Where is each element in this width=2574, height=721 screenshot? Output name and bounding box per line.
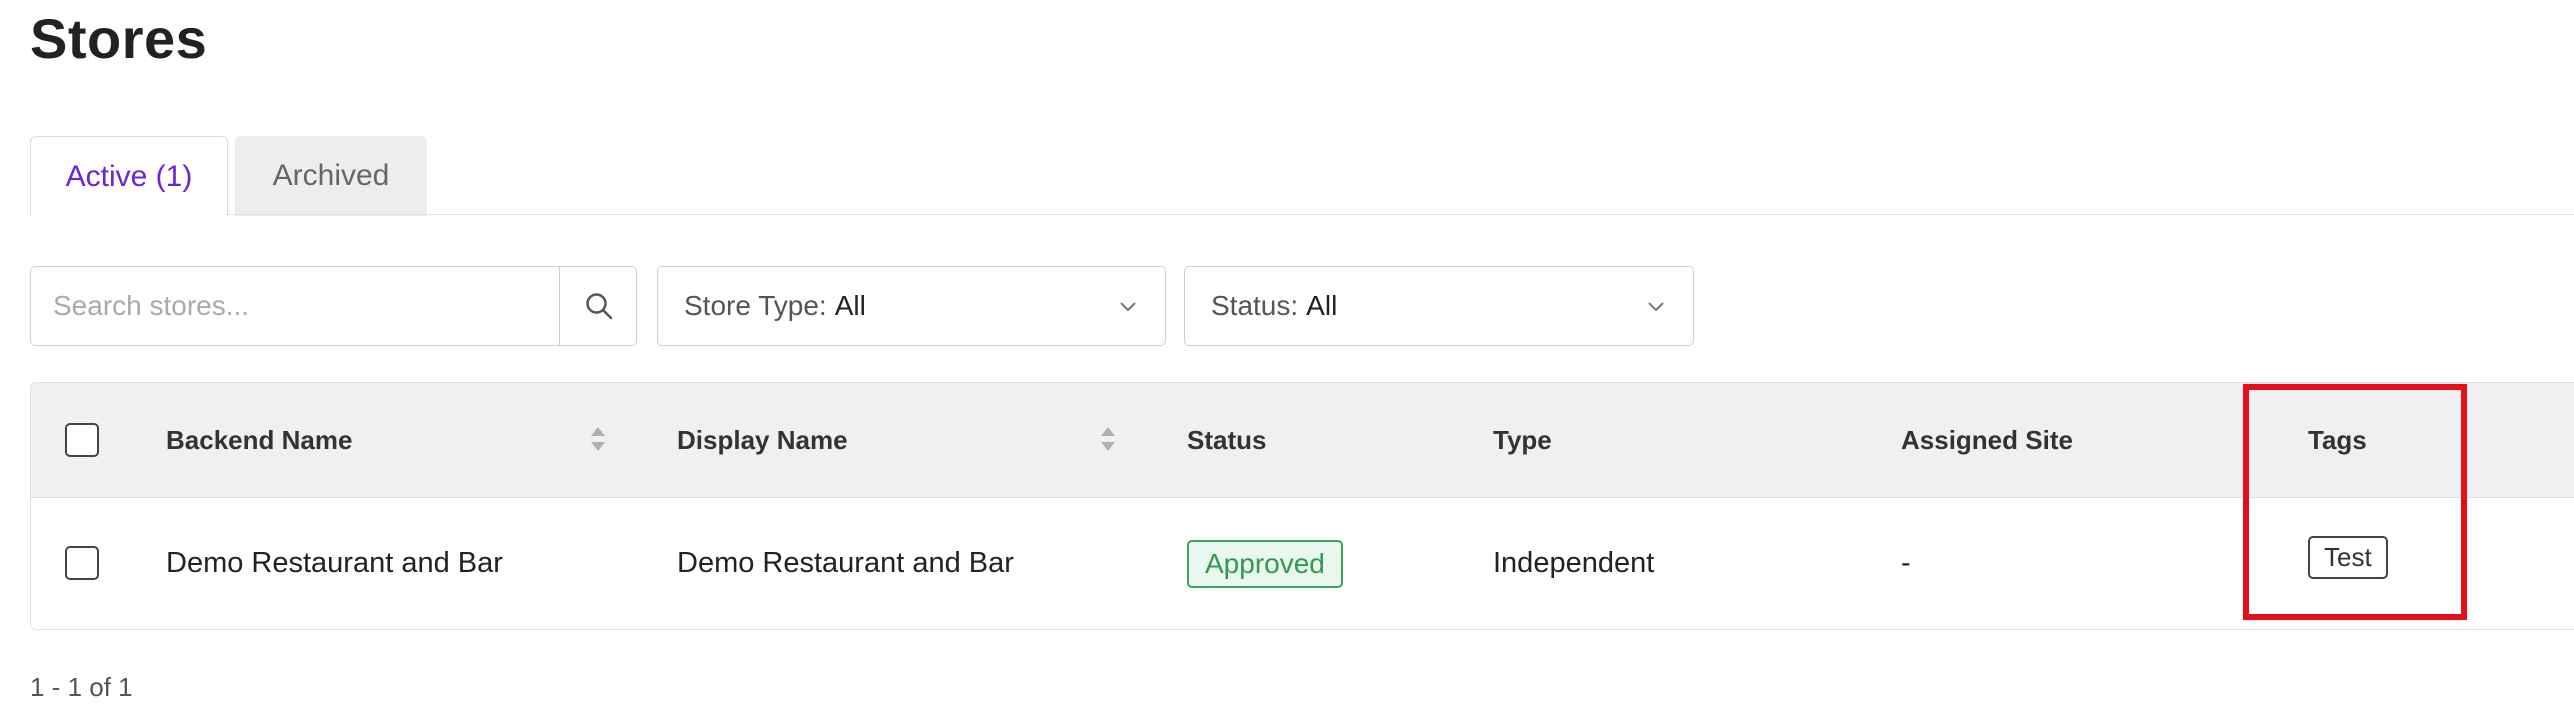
search-box — [30, 266, 637, 346]
sort-icon[interactable] — [589, 424, 607, 454]
chevron-down-icon — [1648, 302, 1664, 312]
header-status: Status — [1187, 424, 1267, 455]
tab-active[interactable]: Active (1) — [30, 136, 228, 216]
store-type-label: Store Type: — [684, 290, 827, 321]
table-row[interactable]: Demo Restaurant and Bar Demo Restaurant … — [31, 498, 2574, 629]
status-label: Status: — [1211, 290, 1299, 321]
status-badge: Approved — [1187, 539, 1343, 588]
select-all-checkbox[interactable] — [65, 423, 99, 457]
search-button[interactable] — [559, 267, 638, 345]
pagination-info: 1 - 1 of 1 — [30, 672, 133, 702]
header-display-name[interactable]: Display Name — [677, 383, 848, 497]
row-checkbox[interactable] — [65, 546, 99, 580]
stores-table: Backend Name Display Name Status Type As… — [30, 382, 2574, 630]
chevron-down-icon — [1120, 302, 1136, 312]
status-value: All — [1306, 290, 1338, 321]
status-dropdown[interactable]: Status: All — [1184, 266, 1694, 346]
tags-highlight-box — [2243, 384, 2467, 620]
cell-type: Independent — [1493, 547, 1655, 579]
tabs-divider — [228, 214, 2574, 215]
search-icon — [586, 293, 613, 320]
table-header: Backend Name Display Name Status Type As… — [31, 383, 2574, 498]
cell-backend-name[interactable]: Demo Restaurant and Bar — [166, 498, 503, 629]
sort-icon[interactable] — [1099, 424, 1117, 454]
cell-display-name: Demo Restaurant and Bar — [677, 547, 1014, 579]
cell-assigned-site: - — [1901, 547, 1911, 579]
page-title: Stores — [30, 7, 208, 70]
header-backend-name[interactable]: Backend Name — [166, 383, 352, 497]
tab-archived[interactable]: Archived — [235, 136, 427, 216]
search-input[interactable] — [31, 267, 559, 345]
store-type-value: All — [834, 290, 866, 321]
header-assigned-site: Assigned Site — [1901, 424, 2073, 455]
header-type: Type — [1493, 424, 1552, 455]
cell-status: Approved — [1187, 498, 1343, 629]
store-type-dropdown[interactable]: Store Type: All — [657, 266, 1166, 346]
